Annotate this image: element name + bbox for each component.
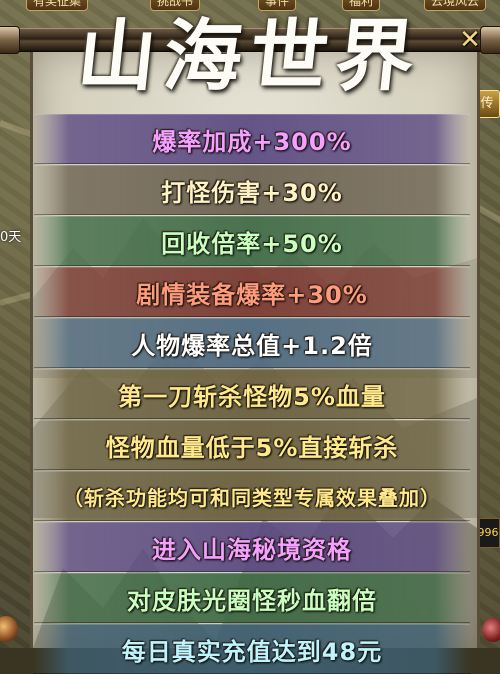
benefit-row-skin-aura: 对皮肤光圈怪秒血翻倍 bbox=[34, 573, 470, 623]
benefit-row-total-drop: 人物爆率总值+1.2倍 bbox=[34, 318, 470, 368]
benefit-row-first-strike: 第一刀斩杀怪物5%血量 bbox=[34, 369, 470, 419]
panel-title: 山海世界 bbox=[0, 2, 500, 112]
benefit-row-monster-damage: 打怪伤害+30% bbox=[34, 165, 470, 215]
benefit-row-recycle-rate: 回收倍率+50% bbox=[34, 216, 470, 266]
benefit-row-execute: 怪物血量低于5%直接斩杀 bbox=[34, 420, 470, 470]
close-x-icon[interactable]: ✕ bbox=[458, 28, 482, 52]
side-day-label: 0天 bbox=[0, 226, 21, 245]
benefit-row-stack-note: （斩杀功能均可和同类型专属效果叠加） bbox=[34, 471, 470, 521]
orb-icon[interactable] bbox=[482, 618, 500, 642]
benefit-row-drop-rate: 爆率加成+300% bbox=[34, 114, 470, 164]
benefit-row-daily-recharge: 每日真实充值达到48元 bbox=[34, 624, 470, 674]
benefit-row-secret-realm: 进入山海秘境资格 bbox=[34, 522, 470, 572]
benefit-row-story-equip: 剧情装备爆率+30% bbox=[34, 267, 470, 317]
